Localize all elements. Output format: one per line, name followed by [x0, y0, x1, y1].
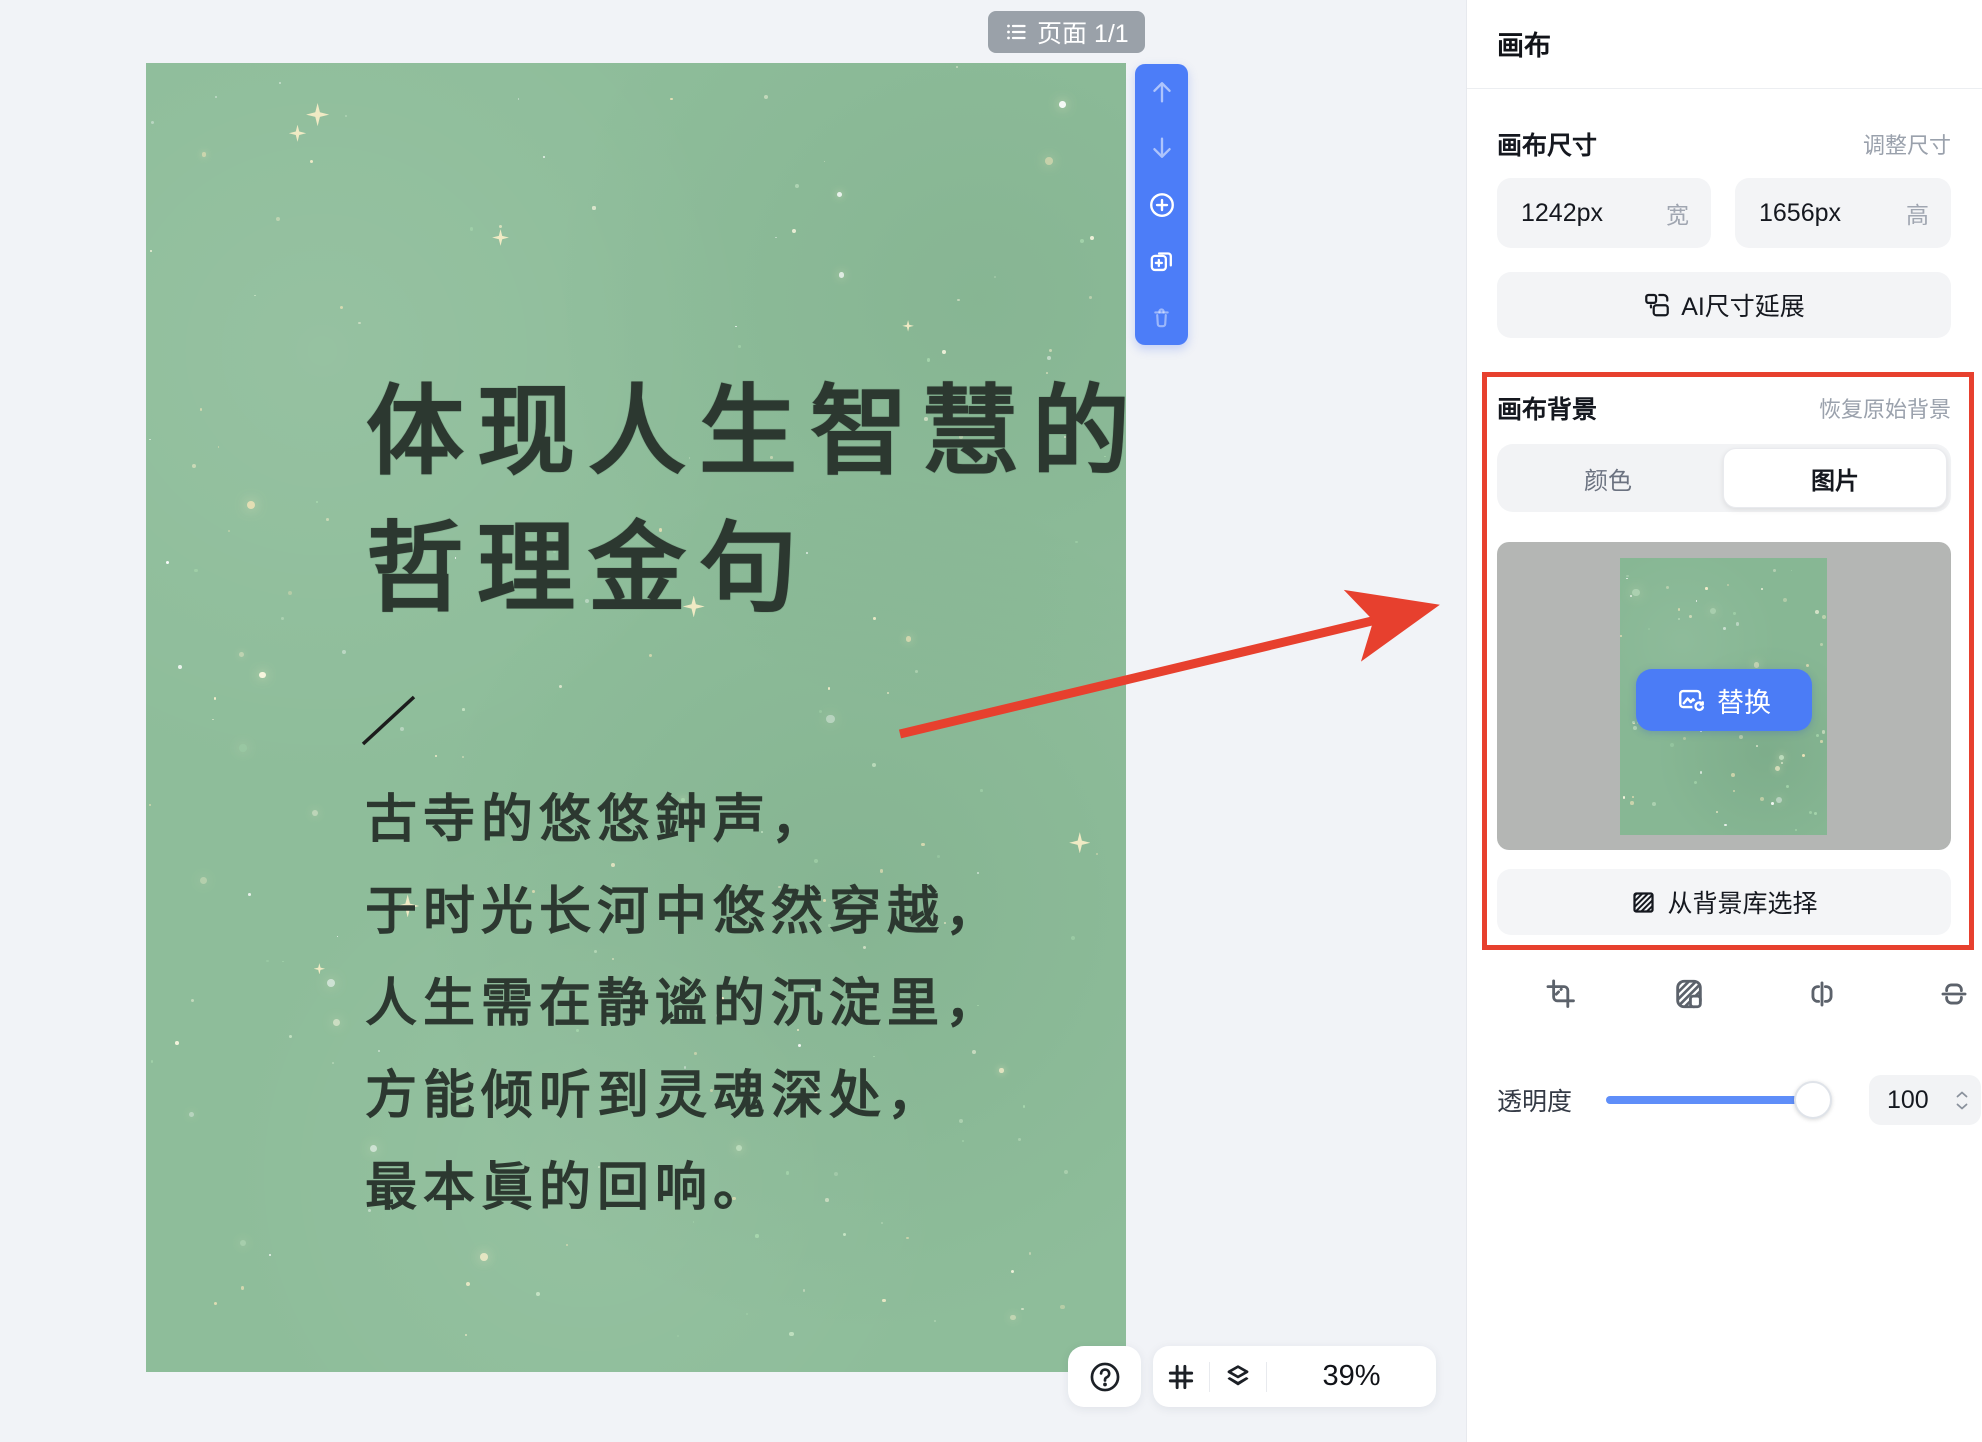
poster-body-text[interactable]: 古寺的悠悠鈡声， 于时光长河中悠然穿越， 人生需在静谧的沉淀里， 方能倾听到灵魂…	[365, 775, 1003, 1235]
canvas-background-label: 画布背景	[1497, 390, 1597, 426]
canvas-width-input[interactable]	[1521, 199, 1641, 228]
width-suffix-label: 宽	[1666, 196, 1689, 230]
restore-background-button[interactable]: 恢复原始背景	[1819, 392, 1951, 424]
texture-button[interactable]	[1671, 976, 1707, 1012]
tab-color[interactable]: 颜色	[1497, 444, 1719, 512]
page-indicator-badge[interactable]: 页面 1/1	[988, 11, 1145, 53]
duplicate-page-button[interactable]	[1147, 246, 1177, 276]
grid-icon	[1165, 1361, 1197, 1393]
background-library-button[interactable]: 从背景库选择	[1497, 869, 1951, 935]
poster-body-line: 于时光长河中悠然穿越，	[365, 867, 1003, 959]
chevron-down-icon	[1956, 1103, 1968, 1110]
grid-toggle-button[interactable]	[1153, 1361, 1209, 1393]
duplicate-page-icon	[1147, 246, 1176, 275]
height-suffix-label: 高	[1906, 196, 1929, 230]
pattern-icon	[1630, 889, 1657, 916]
opacity-slider[interactable]	[1606, 1072, 1828, 1128]
tab-image[interactable]: 图片	[1723, 448, 1947, 508]
help-button[interactable]	[1068, 1346, 1141, 1407]
canvas-size-header: 画布尺寸 调整尺寸	[1497, 126, 1951, 162]
poster-body-line: 古寺的悠悠鈡声，	[365, 775, 1003, 867]
replace-image-icon	[1677, 685, 1707, 715]
opacity-value-field[interactable]: 100	[1869, 1075, 1981, 1125]
slash-decoration	[356, 691, 422, 753]
opacity-slider-handle[interactable]	[1794, 1081, 1832, 1119]
background-type-tabs: 颜色 图片	[1497, 444, 1951, 512]
canvas-width-field[interactable]: 宽	[1497, 178, 1711, 248]
replace-background-label: 替换	[1717, 681, 1771, 720]
layers-button[interactable]	[1210, 1361, 1266, 1393]
poster-body-line: 最本眞的回响。	[365, 1143, 1003, 1235]
canvas-size-label: 画布尺寸	[1497, 126, 1597, 162]
ai-size-extend-button[interactable]: AI尺寸延展	[1497, 272, 1951, 338]
background-preview[interactable]: 替换	[1497, 542, 1951, 850]
delete-page-button[interactable]	[1147, 302, 1177, 332]
arrow-down-icon	[1148, 134, 1176, 162]
layers-icon	[1222, 1361, 1254, 1393]
flip-horizontal-button[interactable]	[1804, 976, 1840, 1012]
canvas-height-field[interactable]: 高	[1735, 178, 1951, 248]
view-controls-toolbar: 39%	[1153, 1346, 1436, 1407]
add-page-icon	[1147, 190, 1177, 220]
texture-icon	[1672, 977, 1706, 1011]
move-page-down-button[interactable]	[1147, 133, 1177, 163]
panel-title: 画布	[1497, 24, 1551, 63]
ai-resize-icon	[1643, 291, 1671, 319]
poster-body-line: 人生需在静谧的沉淀里，	[365, 959, 1003, 1051]
canvas-background-header: 画布背景 恢复原始背景	[1497, 390, 1951, 426]
help-icon	[1087, 1359, 1123, 1395]
delete-page-icon	[1148, 304, 1175, 331]
zoom-level-display[interactable]: 39%	[1267, 1360, 1436, 1393]
ai-size-extend-label: AI尺寸延展	[1681, 287, 1805, 323]
poster-body-line: 方能倾听到灵魂深处，	[365, 1051, 1003, 1143]
move-page-up-button[interactable]	[1147, 77, 1177, 107]
poster-title[interactable]: 体现人生智慧的 哲理金句	[366, 365, 1126, 639]
flip-horizontal-icon	[1805, 977, 1839, 1011]
page-actions-toolbar	[1135, 64, 1188, 345]
canvas-settings-panel: 画布 画布尺寸 调整尺寸 宽 高 AI尺寸延展 画布背景 恢复原始背景 颜色 图…	[1466, 0, 1982, 1442]
flip-vertical-icon	[1937, 977, 1971, 1011]
opacity-label: 透明度	[1497, 1082, 1572, 1118]
page-indicator-label: 页面 1/1	[1037, 14, 1129, 50]
poster-title-line2: 哲理金句	[366, 502, 1126, 639]
opacity-stepper[interactable]	[1956, 1091, 1968, 1110]
list-icon	[1004, 20, 1028, 44]
background-tools-row	[1497, 976, 1951, 1014]
poster-title-line1: 体现人生智慧的	[366, 365, 1126, 502]
design-canvas[interactable]: 体现人生智慧的 哲理金句 古寺的悠悠鈡声， 于时光长河中悠然穿越， 人生需在静谧…	[146, 63, 1126, 1372]
app-root: { "colors": { "accent_blue": "#4c7cf7", …	[0, 0, 1982, 1442]
chevron-up-icon	[1956, 1091, 1968, 1098]
opacity-value: 100	[1887, 1086, 1929, 1115]
crop-icon	[1544, 977, 1578, 1011]
background-library-label: 从背景库选择	[1667, 884, 1817, 920]
panel-divider	[1467, 88, 1982, 89]
opacity-row: 透明度 100	[1497, 1072, 1951, 1128]
crop-button[interactable]	[1543, 976, 1579, 1012]
add-page-button[interactable]	[1147, 190, 1177, 220]
adjust-size-button[interactable]: 调整尺寸	[1863, 128, 1951, 160]
arrow-up-icon	[1148, 78, 1176, 106]
canvas-height-input[interactable]	[1759, 199, 1879, 228]
replace-background-button[interactable]: 替换	[1636, 669, 1812, 731]
flip-vertical-button[interactable]	[1936, 976, 1972, 1012]
